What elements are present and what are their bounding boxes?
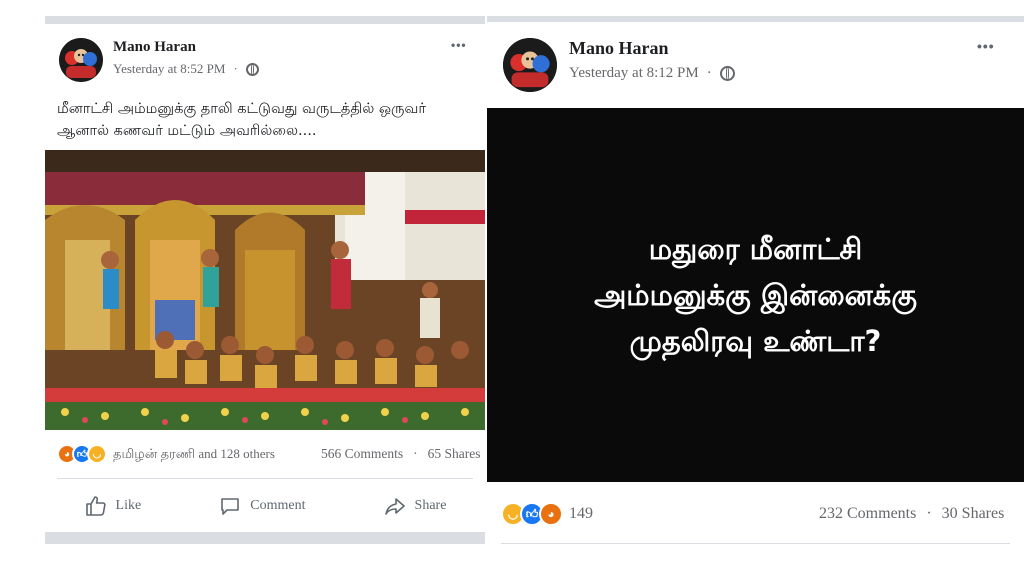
left-post-bottom-separator (45, 532, 485, 544)
left-shares-count[interactable]: 65 Shares (428, 446, 481, 462)
right-author-name[interactable]: Mano Haran (569, 38, 669, 59)
haha-reaction-icon: ◡ (87, 444, 107, 464)
like-button[interactable]: Like (84, 494, 142, 518)
left-post-actions: Like Comment Share (45, 488, 485, 524)
right-more-options-icon[interactable]: ••• (977, 38, 995, 54)
stats-separator: · (926, 505, 932, 522)
meta-dot: · (233, 61, 238, 76)
globe-icon (245, 62, 259, 76)
left-author-name[interactable]: Mano Haran (113, 39, 196, 56)
meta-dot: · (706, 65, 712, 81)
right-shares-count[interactable]: 30 Shares (942, 505, 1005, 523)
left-post-timestamp[interactable]: Yesterday at 8:52 PM (113, 61, 225, 77)
temple-ceremony-image (45, 150, 485, 430)
caption-line-1: மீனாட்சி அம்மனுக்கு தாலி கட்டுவது வருடத்… (57, 101, 426, 117)
left-comments-count[interactable]: 566 Comments (321, 446, 403, 462)
left-post-caption: மீனாட்சி அம்மனுக்கு தாலி கட்டுவது வருடத்… (57, 98, 477, 142)
right-comments-count[interactable]: 232 Comments (819, 505, 916, 523)
stats-separator: · (413, 446, 418, 461)
left-reactions-text: தமிழன் தரணி and 128 others (113, 445, 275, 461)
left-post-photo[interactable] (45, 150, 485, 430)
comment-button[interactable]: Comment (218, 494, 305, 518)
image-text: மதுரை மீனாட்சி அம்மனுக்கு இன்னைக்கு முதல… (594, 232, 917, 358)
left-more-options-icon[interactable]: ••• (451, 38, 467, 52)
left-author-avatar[interactable] (59, 38, 103, 82)
right-post-text-image[interactable]: மதுரை மீனாட்சி அம்மனுக்கு இன்னைக்கு முதல… (487, 108, 1024, 482)
avatar-image (503, 38, 557, 92)
share-arrow-icon (384, 498, 405, 515)
comment-icon (221, 498, 240, 515)
right-bottom-divider (501, 543, 1010, 544)
left-post-stats: 566 Comments · 65 Shares (321, 446, 481, 462)
left-reactions-summary[interactable]: ◕ 👍︎ ◡ தமிழன் தரணி and 128 others (57, 444, 275, 464)
share-button[interactable]: Share (383, 494, 447, 518)
caption-line-2: ஆனால் கணவர் மட்டும் அவரில்லை.... (57, 123, 317, 139)
angry-reaction-icon: ◕ (539, 502, 563, 526)
thumbs-up-icon (85, 496, 106, 516)
left-post-meta: Yesterday at 8:52 PM · (113, 61, 259, 77)
left-post-top-separator (45, 16, 485, 24)
right-post-meta: Yesterday at 8:12 PM · (569, 65, 735, 82)
right-reactions-summary[interactable]: ◡ 👍︎ ◕ 149 (501, 502, 593, 526)
right-post: Mano Haran Yesterday at 8:12 PM · ••• மத… (487, 16, 1024, 544)
globe-icon (719, 66, 735, 81)
right-post-timestamp[interactable]: Yesterday at 8:12 PM (569, 65, 699, 82)
right-post-top-separator (487, 16, 1024, 22)
right-author-avatar[interactable] (503, 38, 557, 92)
right-reactions-count: 149 (569, 505, 593, 522)
left-actions-divider (57, 478, 473, 479)
like-label: Like (115, 498, 142, 513)
right-post-stats: 232 Comments · 30 Shares (819, 505, 1004, 523)
right-reaction-icons: ◡ 👍︎ ◕ (501, 502, 563, 526)
avatar-image (59, 38, 103, 82)
left-post: Mano Haran Yesterday at 8:52 PM · ••• மீ… (45, 16, 485, 544)
left-reaction-icons: ◕ 👍︎ ◡ (57, 444, 107, 464)
comment-label: Comment (250, 498, 306, 513)
share-label: Share (414, 498, 447, 513)
